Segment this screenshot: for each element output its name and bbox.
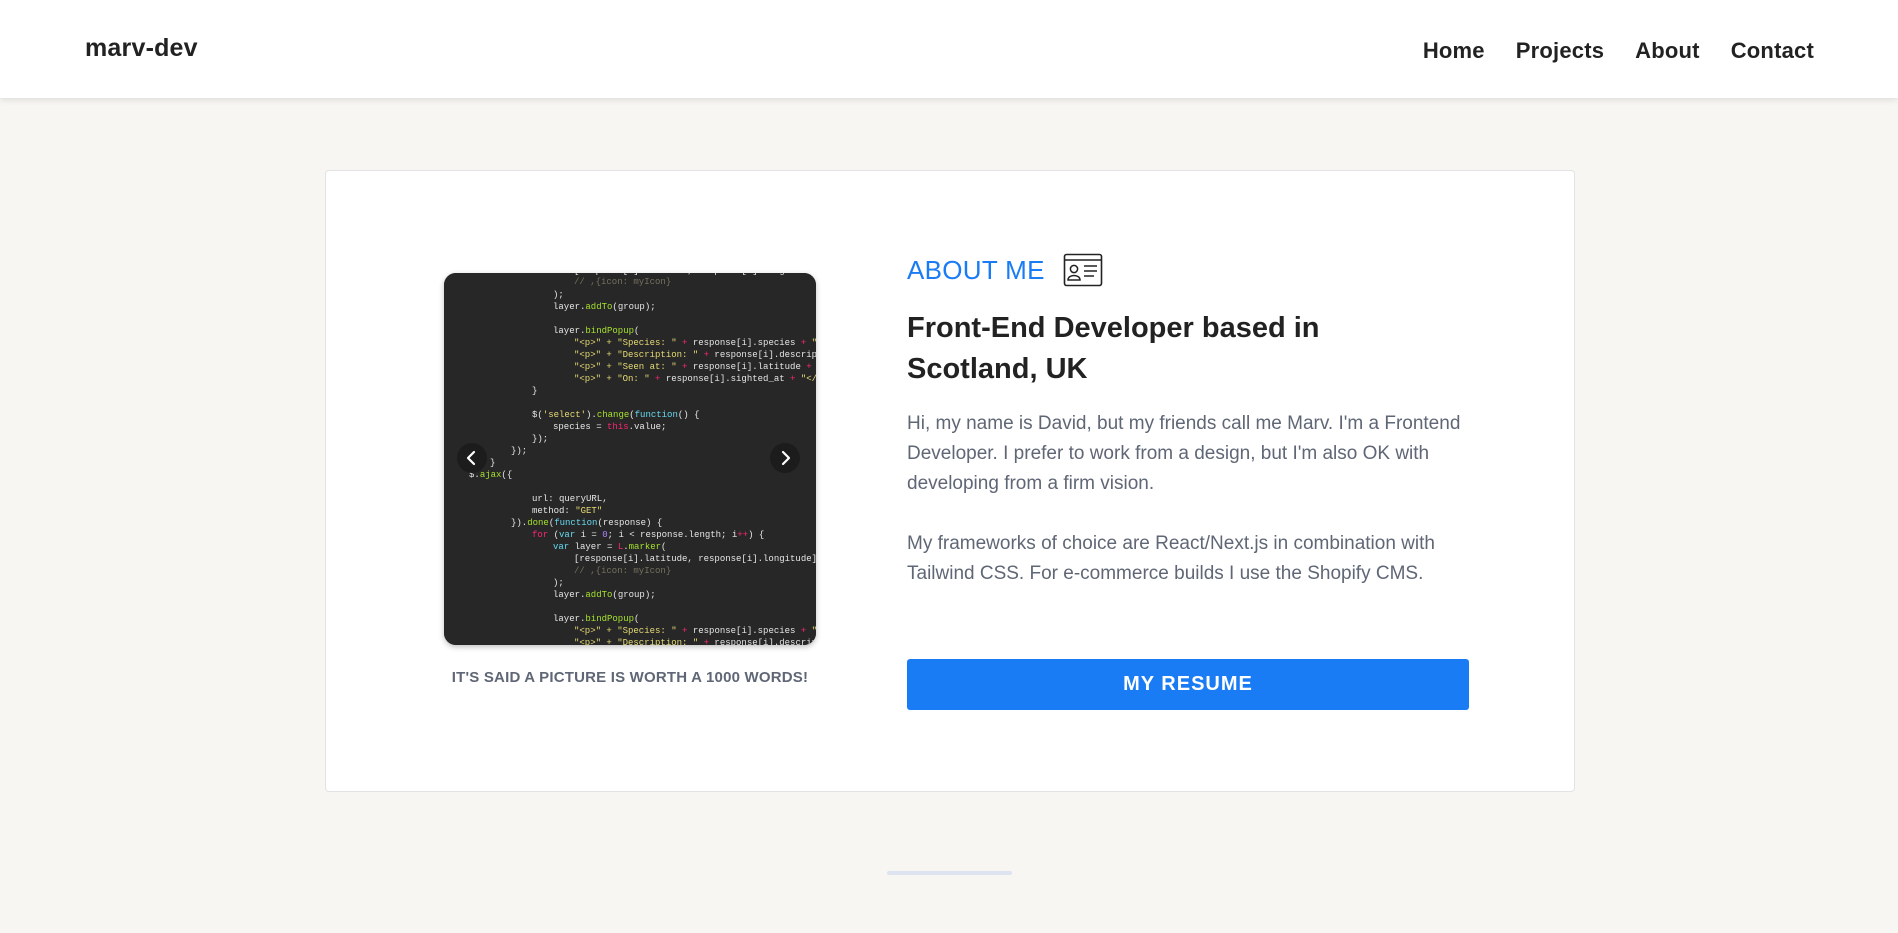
- carousel-caption: IT'S SAID A PICTURE IS WORTH A 1000 WORD…: [451, 669, 809, 686]
- svg-text:var layer = L.marker(: var layer = L.marker(: [553, 542, 666, 552]
- svg-text:"<p>" + "Species: " + response: "<p>" + "Species: " + response[i].specie…: [574, 626, 816, 636]
- svg-text:layer.bindPopup(: layer.bindPopup(: [553, 326, 639, 336]
- svg-text:"<p>" + "Description: " + resp: "<p>" + "Description: " + response[i].de…: [574, 350, 816, 360]
- svg-text:}).done(function(response) {: }).done(function(response) {: [511, 518, 662, 528]
- svg-text:}: }: [532, 386, 537, 396]
- about-paragraph-frameworks: My frameworks of choice are React/Next.j…: [907, 533, 1435, 584]
- about-card: [response[i].latitude, response[i].longi…: [325, 170, 1575, 792]
- code-screenshot-image: [response[i].latitude, response[i].longi…: [444, 273, 816, 645]
- carousel-next-button[interactable]: [770, 443, 800, 473]
- svg-text:for (var i = 0; i < response.l: for (var i = 0; i < response.length; i++…: [532, 530, 764, 540]
- svg-text:$('select').change(function(): $('select').change(function() {: [532, 410, 699, 420]
- svg-text:"<p>" + "Description: " + resp: "<p>" + "Description: " + response[i].de…: [574, 638, 816, 645]
- id-card-icon: [1063, 253, 1103, 287]
- svg-text:"<p>" + "On: " + response[i].s: "<p>" + "On: " + response[i].sighted_at …: [574, 374, 816, 384]
- svg-text:[response[i].latitude, respons: [response[i].latitude, response[i].longi…: [574, 554, 816, 564]
- section-label-row: ABOUT ME: [907, 253, 1103, 287]
- brand-logo[interactable]: marv-dev: [85, 34, 198, 63]
- main-nav: Home Projects About Contact: [1423, 38, 1814, 64]
- svg-text:);: );: [553, 290, 564, 300]
- svg-text:// ,{icon: myIcon}: // ,{icon: myIcon}: [574, 566, 671, 576]
- svg-text:layer.addTo(group);: layer.addTo(group);: [553, 302, 656, 312]
- svg-text:url: queryURL,: url: queryURL,: [532, 494, 608, 504]
- svg-text:method: "GET": method: "GET": [532, 506, 602, 516]
- nav-about[interactable]: About: [1635, 38, 1700, 64]
- svg-text:// ,{icon: myIcon}: // ,{icon: myIcon}: [574, 277, 671, 287]
- section-label: ABOUT ME: [907, 254, 1045, 285]
- svg-text:});: });: [532, 434, 548, 444]
- image-carousel: [response[i].latitude, response[i].longi…: [444, 273, 816, 645]
- svg-text:layer.addTo(group);: layer.addTo(group);: [553, 590, 656, 600]
- nav-projects[interactable]: Projects: [1516, 38, 1604, 64]
- site-header: marv-dev Home Projects About Contact: [0, 0, 1898, 98]
- svg-text:);: );: [553, 578, 564, 588]
- carousel-prev-button[interactable]: [457, 443, 487, 473]
- chevron-right-icon: [781, 450, 791, 466]
- svg-text:layer.bindPopup(: layer.bindPopup(: [553, 614, 639, 624]
- svg-text:"<p>" + "Seen at: " + response: "<p>" + "Seen at: " + response[i].latitu…: [574, 362, 812, 372]
- svg-text:"<p>" + "Species: " + response: "<p>" + "Species: " + response[i].specie…: [574, 338, 816, 348]
- about-paragraph-intro: Hi, my name is David, but my friends cal…: [907, 413, 1461, 494]
- chevron-left-icon: [466, 450, 476, 466]
- svg-text:[response[i].latitude, respons: [response[i].latitude, response[i].longi…: [574, 273, 812, 276]
- page-headline: Front-End Developer based in Scotland, U…: [907, 312, 1320, 385]
- svg-text:species = this.value;: species = this.value;: [553, 422, 666, 432]
- nav-contact[interactable]: Contact: [1731, 38, 1814, 64]
- nav-home[interactable]: Home: [1423, 38, 1485, 64]
- section-divider: [887, 871, 1012, 875]
- svg-text:});: });: [511, 446, 527, 456]
- resume-button[interactable]: MY RESUME: [907, 659, 1469, 710]
- svg-text:}: }: [490, 458, 495, 468]
